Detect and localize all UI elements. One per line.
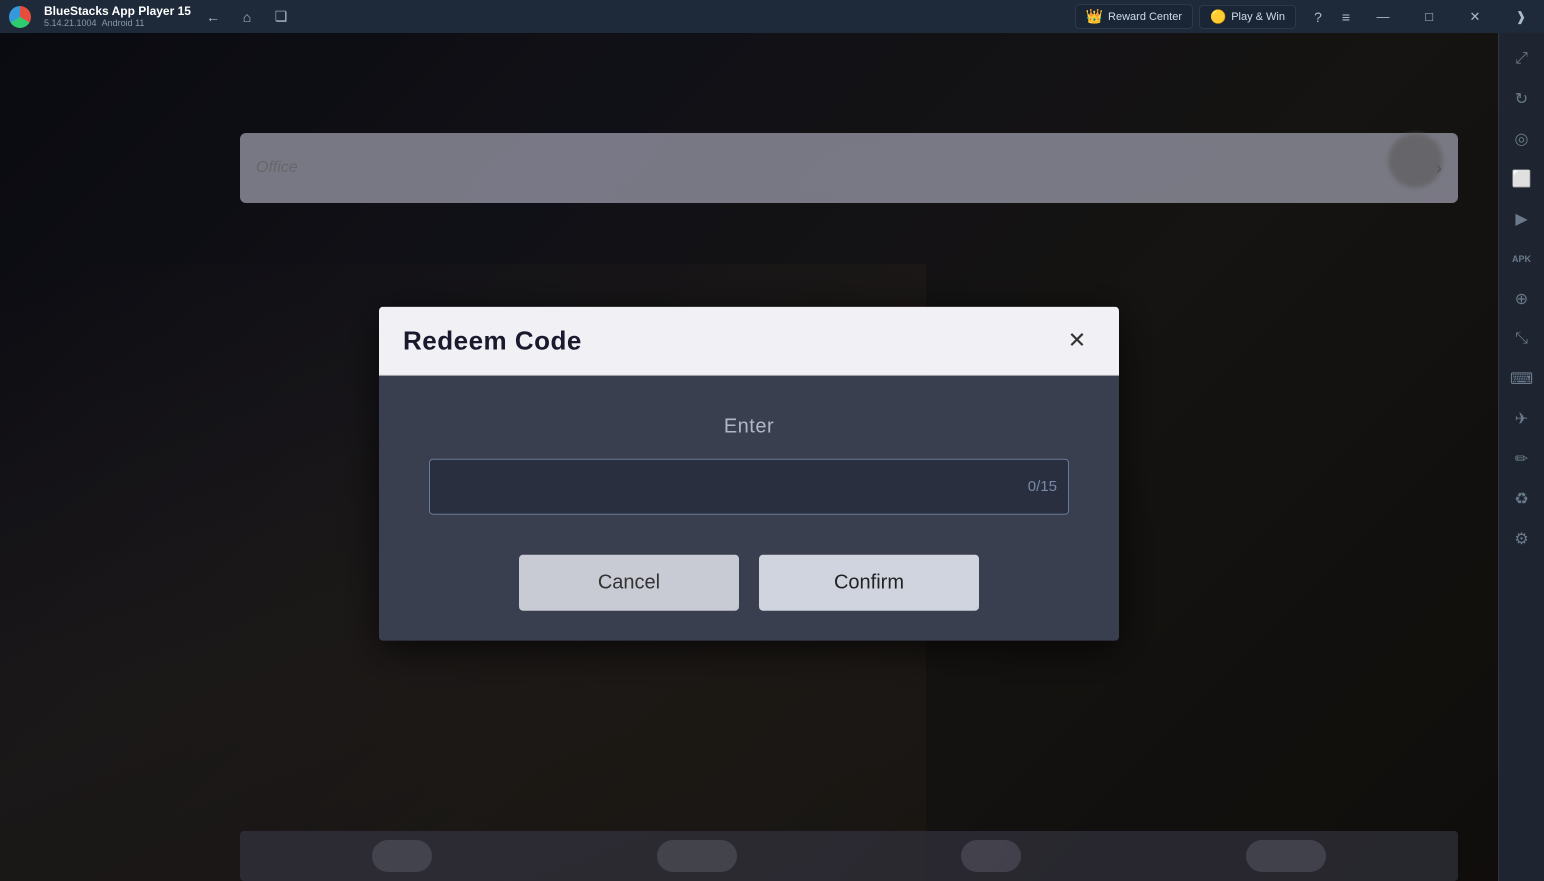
dialog-close-button[interactable]: ✕ — [1059, 323, 1095, 359]
right-sidebar: ⤢ ↻ ◎ ⬜ ▶ APK ⊕ ⤡ ⌨ ✈ ✏ ♻ ⚙ — [1498, 33, 1544, 881]
redeem-code-dialog: Redeem Code ✕ Enter 0/15 Cancel Confirm — [379, 307, 1119, 641]
dialog-title: Redeem Code — [403, 325, 582, 356]
dialog-body: Enter 0/15 Cancel Confirm — [379, 376, 1119, 641]
video-icon[interactable]: ▶ — [1504, 201, 1540, 237]
resize-icon[interactable]: ⤡ — [1504, 321, 1540, 357]
eco-icon[interactable]: ♻ — [1504, 481, 1540, 517]
dialog-footer: Cancel Confirm — [429, 555, 1069, 611]
copy-button[interactable]: ❏ — [267, 3, 295, 31]
redeem-code-input[interactable] — [429, 459, 1069, 515]
reward-center-label: Reward Center — [1108, 11, 1182, 23]
play-win-icon: 🟡 — [1210, 9, 1226, 25]
input-counter: 0/15 — [1028, 478, 1057, 495]
app-title: BlueStacks App Player 15 — [44, 4, 191, 18]
app-name-group: BlueStacks App Player 15 5.14.21.1004 An… — [44, 4, 191, 29]
menu-button[interactable]: ≡ — [1332, 3, 1360, 31]
cancel-button[interactable]: Cancel — [519, 555, 739, 611]
reward-icon: 👑 — [1086, 8, 1103, 25]
help-button[interactable]: ? — [1304, 3, 1332, 31]
main-content: Office › Redeem Code ✕ Enter 0/15 Cancel… — [0, 33, 1498, 881]
settings2-icon[interactable]: ⊕ — [1504, 281, 1540, 317]
screenshot-icon[interactable]: ⬜ — [1504, 161, 1540, 197]
sidebar-toggle-button[interactable]: ❱ — [1498, 0, 1544, 33]
keyboard-icon[interactable]: ⌨ — [1504, 361, 1540, 397]
confirm-button[interactable]: Confirm — [759, 555, 979, 611]
dialog-enter-label: Enter — [429, 416, 1069, 439]
minimize-button[interactable]: — — [1360, 0, 1406, 33]
apk-icon[interactable]: APK — [1504, 241, 1540, 277]
dialog-header: Redeem Code ✕ — [379, 307, 1119, 376]
back-button[interactable]: ← — [199, 3, 227, 31]
titlebar: BlueStacks App Player 15 5.14.21.1004 An… — [0, 0, 1544, 33]
dialog-input-wrapper: 0/15 — [429, 459, 1069, 515]
volume-icon[interactable]: ◎ — [1504, 121, 1540, 157]
home-button[interactable]: ⌂ — [233, 3, 261, 31]
reward-center-button[interactable]: 👑 Reward Center — [1075, 4, 1193, 29]
app-subtitle: 5.14.21.1004 Android 11 — [44, 18, 191, 29]
close-button[interactable]: ✕ — [1452, 0, 1498, 33]
window-controls: — □ ✕ ❱ — [1360, 0, 1544, 33]
gear-icon[interactable]: ⚙ — [1504, 521, 1540, 557]
expand-icon[interactable]: ⤢ — [1504, 41, 1540, 77]
titlebar-nav: ← ⌂ ❏ — [191, 3, 303, 31]
play-win-label: Play & Win — [1231, 11, 1285, 23]
logo-circle — [9, 6, 31, 28]
play-win-button[interactable]: 🟡 Play & Win — [1199, 5, 1296, 29]
location-icon[interactable]: ✈ — [1504, 401, 1540, 437]
maximize-button[interactable]: □ — [1406, 0, 1452, 33]
rotate-icon[interactable]: ↻ — [1504, 81, 1540, 117]
app-logo — [4, 0, 36, 33]
brush-icon[interactable]: ✏ — [1504, 441, 1540, 477]
